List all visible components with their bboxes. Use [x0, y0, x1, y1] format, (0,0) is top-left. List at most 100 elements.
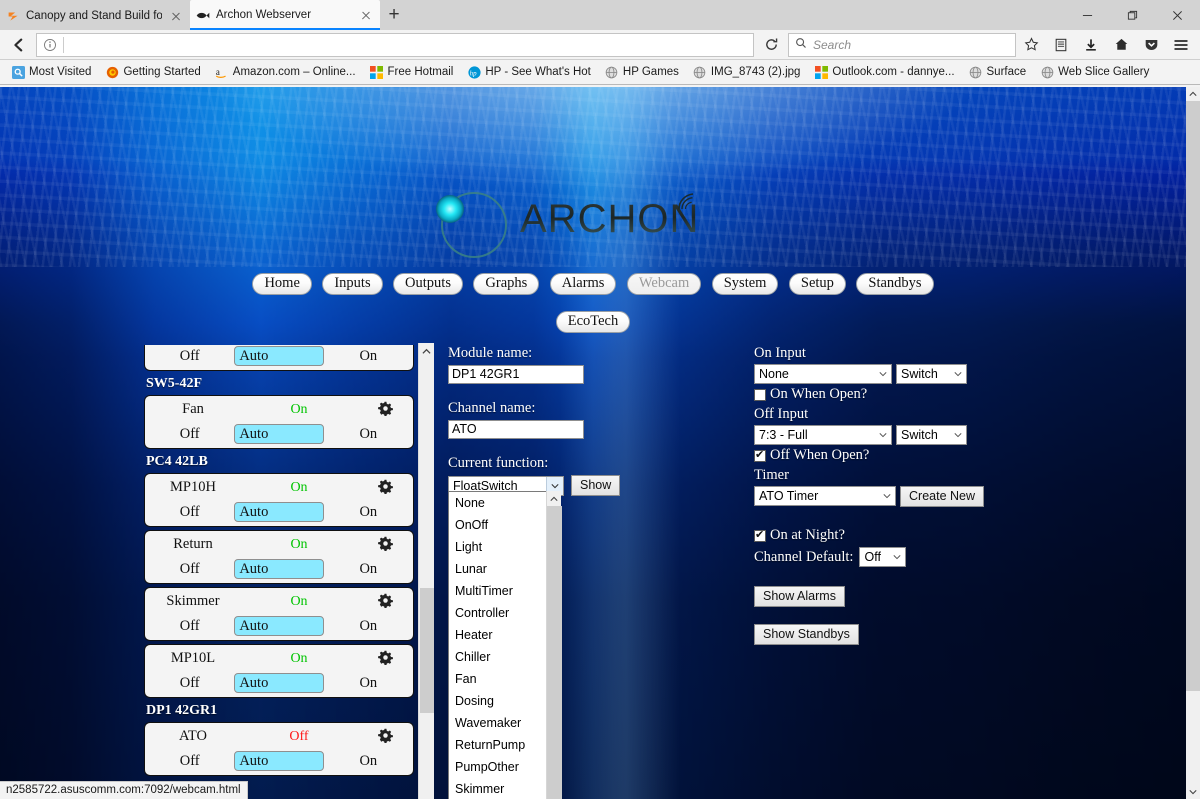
bookmark-hp-games[interactable]: HP Games: [598, 61, 686, 83]
mode-off[interactable]: Off: [145, 559, 234, 579]
home-icon[interactable]: [1106, 32, 1136, 58]
option-onoff[interactable]: OnOff: [449, 514, 560, 536]
nav-home[interactable]: Home: [252, 273, 312, 295]
minimize-button[interactable]: [1065, 0, 1110, 30]
nav-outputs[interactable]: Outputs: [393, 273, 463, 295]
chevron-down-icon[interactable]: [874, 365, 891, 383]
gear-icon[interactable]: [357, 479, 413, 497]
new-tab-button[interactable]: +: [380, 2, 408, 30]
scroll-up-icon[interactable]: [547, 491, 561, 506]
create-new-button[interactable]: Create New: [900, 486, 984, 507]
close-button[interactable]: [1155, 0, 1200, 30]
reload-button[interactable]: [756, 33, 786, 57]
mode-on[interactable]: On: [324, 346, 413, 366]
function-dropdown-list[interactable]: None OnOff Light Lunar MultiTimer Contro…: [448, 491, 561, 799]
option-dosing[interactable]: Dosing: [449, 690, 560, 712]
pocket-icon[interactable]: [1136, 32, 1166, 58]
bookmark-free-hotmail[interactable]: Free Hotmail: [363, 61, 461, 83]
scroll-up-icon[interactable]: [1186, 87, 1200, 101]
mode-auto[interactable]: Auto: [234, 559, 324, 579]
on-input-type-select[interactable]: Switch: [896, 364, 967, 384]
option-multitimer[interactable]: MultiTimer: [449, 580, 560, 602]
mode-on[interactable]: On: [324, 673, 413, 693]
mode-on[interactable]: On: [324, 424, 413, 444]
bookmark-img-8743[interactable]: IMG_8743 (2).jpg: [686, 61, 808, 83]
library-icon[interactable]: [1046, 32, 1076, 58]
nav-alarms[interactable]: Alarms: [549, 273, 617, 295]
star-icon[interactable]: [1016, 32, 1046, 58]
option-fan[interactable]: Fan: [449, 668, 560, 690]
nav-webcam[interactable]: Webcam: [626, 273, 702, 295]
chevron-down-icon[interactable]: [888, 548, 906, 566]
timer-select[interactable]: ATO Timer: [754, 486, 896, 506]
module-name-input[interactable]: DP1 42GR1: [448, 365, 584, 384]
option-light[interactable]: Light: [449, 536, 560, 558]
option-pumpother[interactable]: PumpOther: [449, 756, 560, 778]
option-skimmer[interactable]: Skimmer: [449, 778, 560, 799]
option-controller[interactable]: Controller: [449, 602, 560, 624]
bookmark-amazon[interactable]: a Amazon.com – Online...: [208, 61, 363, 83]
mode-auto[interactable]: Auto: [234, 502, 324, 522]
scrollbar-thumb[interactable]: [547, 506, 562, 799]
option-chiller[interactable]: Chiller: [449, 646, 560, 668]
close-icon[interactable]: [168, 8, 184, 24]
mode-on[interactable]: On: [324, 751, 413, 771]
nav-graphs[interactable]: Graphs: [473, 273, 540, 295]
channel-name-input[interactable]: ATO: [448, 420, 584, 439]
chevron-down-icon[interactable]: [949, 426, 966, 444]
identity-icon[interactable]: [37, 34, 63, 56]
mode-on[interactable]: On: [324, 559, 413, 579]
scrollbar-thumb[interactable]: [420, 588, 434, 713]
search-bar[interactable]: Search: [788, 32, 1016, 57]
on-at-night-checkbox[interactable]: [754, 528, 766, 542]
chevron-down-icon[interactable]: [878, 487, 895, 505]
show-standbys-button[interactable]: Show Standbys: [754, 624, 859, 645]
mode-off[interactable]: Off: [145, 616, 234, 636]
tab-archon-webserver[interactable]: Archon Webserver: [190, 0, 380, 30]
mode-on[interactable]: On: [324, 616, 413, 636]
mode-auto[interactable]: Auto: [234, 346, 324, 366]
close-icon[interactable]: [358, 7, 374, 23]
off-when-open-row[interactable]: Off When Open?: [754, 447, 1014, 464]
on-when-open-row[interactable]: On When Open?: [754, 386, 1014, 403]
nav-standbys[interactable]: Standbys: [856, 273, 934, 295]
channel-list-scrollbar[interactable]: [418, 343, 434, 799]
show-alarms-button[interactable]: Show Alarms: [754, 586, 845, 607]
download-icon[interactable]: [1076, 32, 1106, 58]
nav-ecotech[interactable]: EcoTech: [555, 311, 631, 333]
off-when-open-checkbox[interactable]: [754, 448, 766, 462]
nav-setup[interactable]: Setup: [788, 273, 846, 295]
mode-auto[interactable]: Auto: [234, 673, 324, 693]
mode-off[interactable]: Off: [145, 424, 234, 444]
tab-canopy[interactable]: Canopy and Stand Build for: [0, 2, 190, 30]
gear-icon[interactable]: [357, 536, 413, 554]
on-when-open-checkbox[interactable]: [754, 388, 766, 401]
off-input-select[interactable]: 7:3 - Full: [754, 425, 892, 445]
mode-on[interactable]: On: [324, 502, 413, 522]
bookmark-outlook[interactable]: Outlook.com - dannye...: [807, 61, 961, 83]
off-input-type-select[interactable]: Switch: [896, 425, 967, 445]
bookmark-hp-see-whats-hot[interactable]: hp HP - See What's Hot: [460, 61, 598, 83]
show-button[interactable]: Show: [571, 475, 621, 496]
option-returnpump[interactable]: ReturnPump: [449, 734, 560, 756]
on-at-night-row[interactable]: On at Night?: [754, 527, 1014, 544]
address-bar[interactable]: [36, 32, 754, 57]
gear-icon[interactable]: [357, 650, 413, 668]
gear-icon[interactable]: [357, 593, 413, 611]
nav-system[interactable]: System: [711, 273, 779, 295]
scroll-down-icon[interactable]: [1186, 785, 1200, 799]
mode-auto[interactable]: Auto: [234, 424, 324, 444]
scrollbar-thumb[interactable]: [1186, 101, 1200, 691]
bookmark-web-slice-gallery[interactable]: Web Slice Gallery: [1033, 61, 1156, 83]
on-input-select[interactable]: None: [754, 364, 892, 384]
gear-icon[interactable]: [357, 401, 413, 419]
bookmark-getting-started[interactable]: Getting Started: [98, 61, 207, 83]
option-wavemaker[interactable]: Wavemaker: [449, 712, 560, 734]
chevron-down-icon[interactable]: [949, 365, 966, 383]
mode-off[interactable]: Off: [145, 673, 234, 693]
option-lunar[interactable]: Lunar: [449, 558, 560, 580]
dropdown-scrollbar[interactable]: [546, 491, 562, 799]
nav-inputs[interactable]: Inputs: [322, 273, 383, 295]
mode-auto[interactable]: Auto: [234, 751, 324, 771]
mode-off[interactable]: Off: [145, 346, 234, 366]
